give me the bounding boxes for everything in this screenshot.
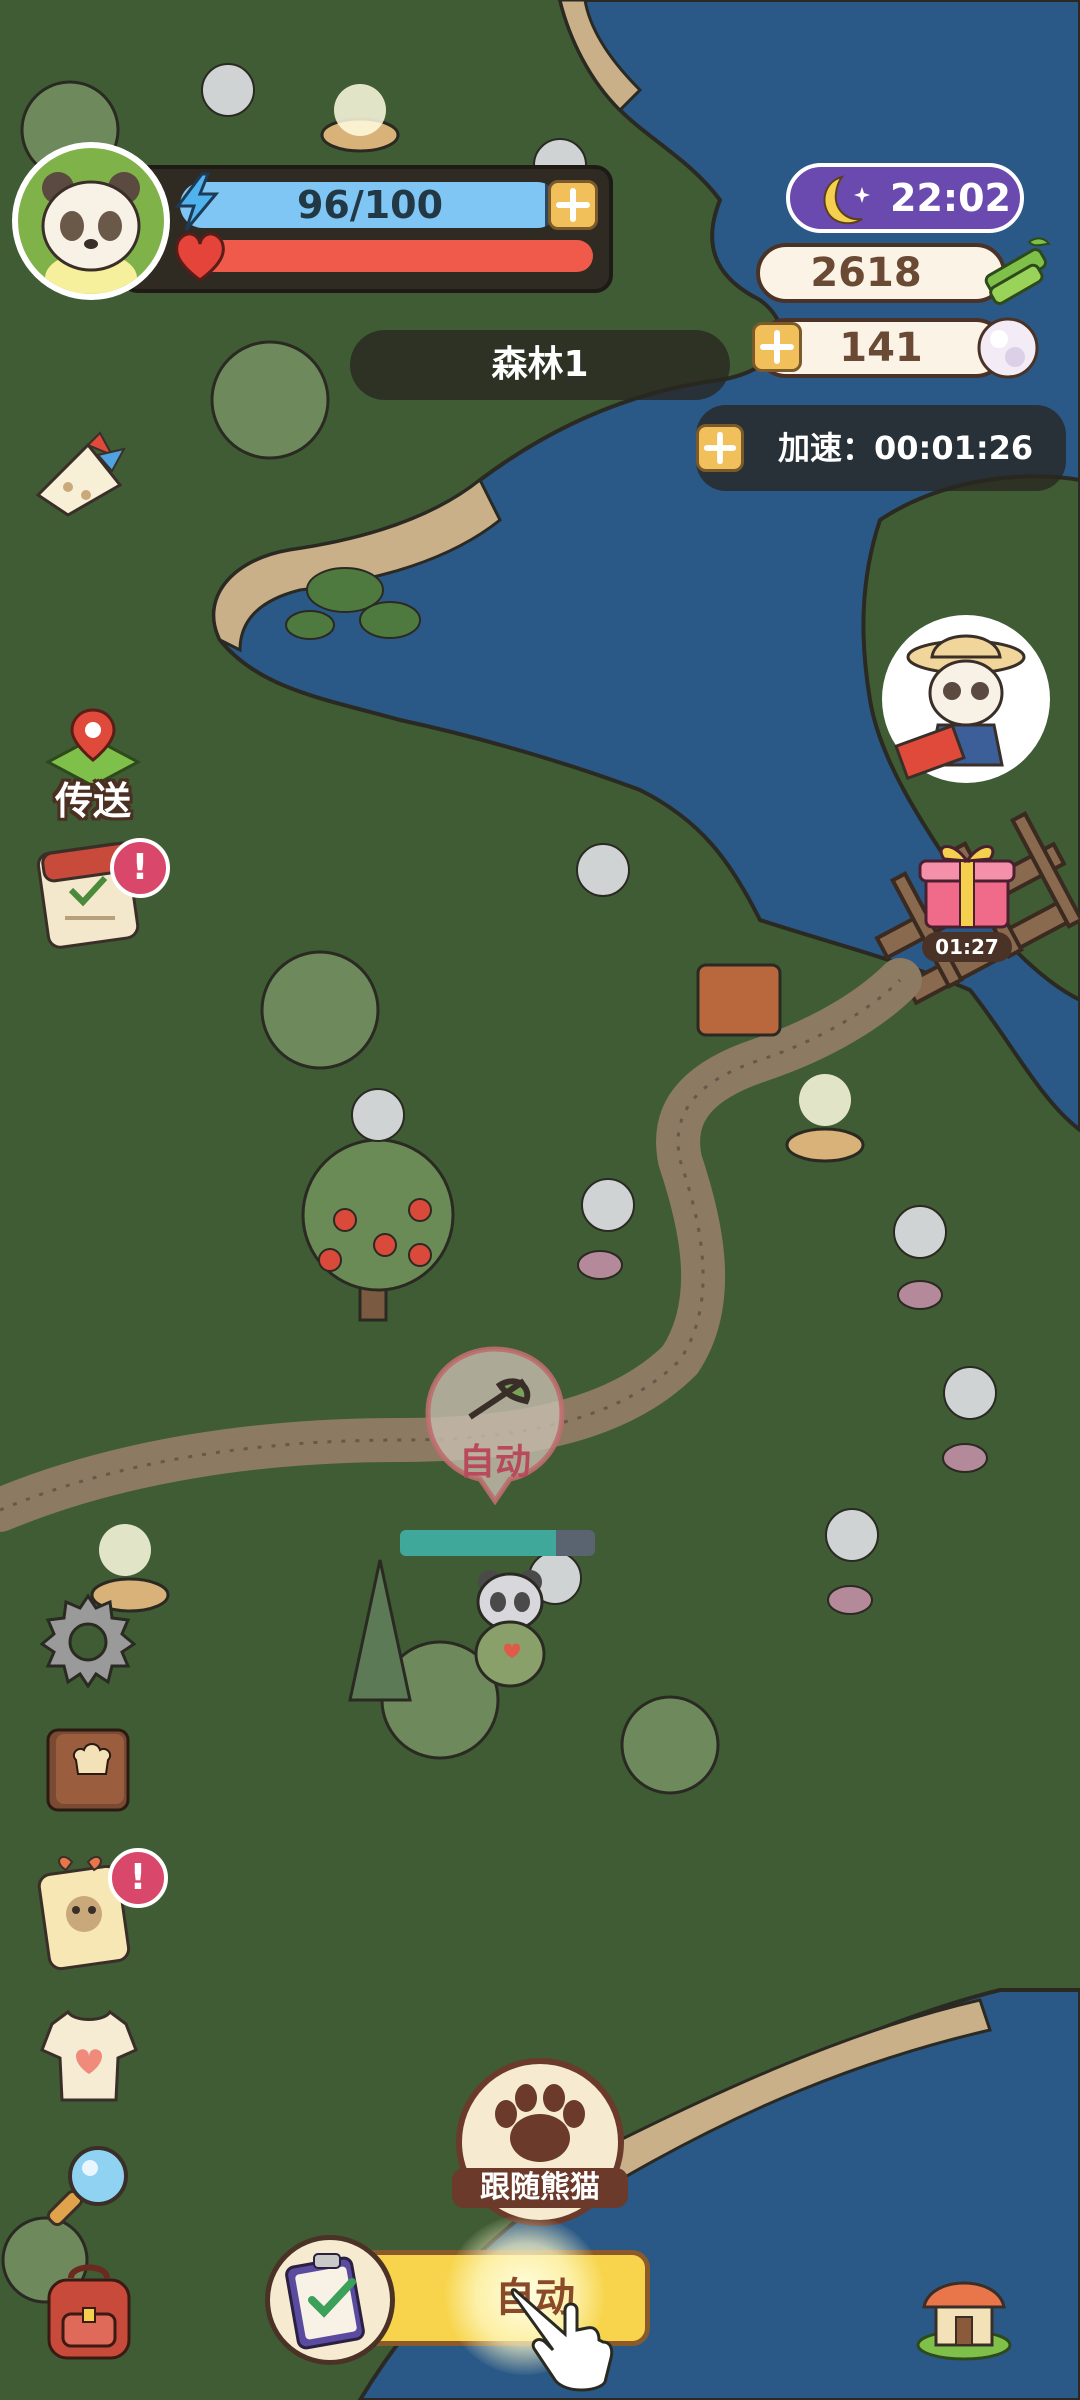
pearl-icon — [975, 315, 1041, 381]
chop-progress-track — [400, 1530, 595, 1556]
map-pieces-button[interactable] — [28, 425, 133, 525]
health-bar-track — [188, 240, 593, 272]
gift-box-button[interactable] — [912, 835, 1022, 945]
shirt-icon — [40, 2009, 138, 2102]
settings-button[interactable] — [38, 1590, 138, 1690]
quest-alert-badge: ! — [110, 838, 170, 898]
tutorial-hand-icon — [495, 2270, 625, 2400]
teleport-button[interactable]: 传送 — [38, 702, 148, 823]
recipe-book-icon — [46, 1728, 130, 1812]
outfit-button[interactable] — [38, 2000, 140, 2110]
paw-print-icon — [495, 2084, 585, 2162]
chop-progress-fill — [400, 1530, 556, 1556]
follow-panda-label: 跟随熊猫 — [452, 2168, 628, 2208]
follow-panda-button[interactable]: 跟随熊猫 — [452, 2058, 628, 2226]
bamboo-amount: 2618 — [810, 250, 922, 296]
energy-text: 96/100 — [296, 183, 444, 227]
lightning-icon — [172, 172, 222, 232]
gear-icon — [39, 1593, 137, 1689]
add-pearls-button[interactable] — [752, 322, 802, 372]
magnifier-icon — [46, 2146, 128, 2227]
panda-farmer-icon — [894, 634, 1026, 781]
plus-icon — [703, 431, 737, 465]
gift-timer: 01:27 — [922, 932, 1012, 962]
panda-card-alert-badge: ! — [108, 1848, 168, 1908]
backpack-button[interactable] — [35, 2258, 143, 2366]
health-bar-fill — [188, 240, 593, 272]
npc-panda-merchant[interactable] — [882, 615, 1050, 783]
heart-icon — [170, 228, 230, 284]
plus-icon — [760, 330, 794, 364]
puzzle-map-icon — [35, 431, 126, 517]
search-button[interactable] — [38, 2138, 138, 2238]
clipboard-icon — [285, 2253, 365, 2350]
home-button[interactable] — [910, 2255, 1018, 2363]
location-banner: 森林1 — [350, 330, 730, 400]
speed-up-text: 加速：00:01:26 — [778, 429, 1034, 467]
speed-up-banner: 加速：00:01:26 — [696, 405, 1066, 491]
speed-up-add-button[interactable] — [696, 424, 744, 472]
gift-timer-text: 01:27 — [935, 935, 999, 959]
auto-chop-bubble[interactable]: 自动 — [420, 1345, 570, 1506]
backpack-icon — [47, 2264, 131, 2360]
add-energy-button[interactable] — [548, 180, 598, 230]
house-icon — [916, 2281, 1012, 2361]
task-clipboard-button[interactable] — [265, 2235, 395, 2365]
game-time: 22:02 — [890, 176, 1011, 220]
auto-chop-label: 自动 — [458, 1442, 531, 1483]
recipe-book-button[interactable] — [38, 1720, 138, 1820]
bamboo-icon — [975, 232, 1055, 312]
gift-icon — [918, 845, 1016, 929]
moon-icon — [823, 175, 870, 225]
player-avatar[interactable] — [12, 142, 170, 300]
teleport-label: 传送 — [54, 779, 131, 823]
player-panda-character — [448, 1560, 578, 1690]
game-screen: 96/100 森林1 22:02 2618 141 加速：00:01:26 01… — [0, 0, 1080, 2400]
bamboo-counter: 2618 — [756, 243, 1006, 303]
plus-icon — [556, 188, 590, 222]
night-time-pill: 22:02 — [786, 163, 1024, 233]
panda-face-icon — [41, 172, 141, 294]
location-name: 森林1 — [491, 344, 589, 385]
